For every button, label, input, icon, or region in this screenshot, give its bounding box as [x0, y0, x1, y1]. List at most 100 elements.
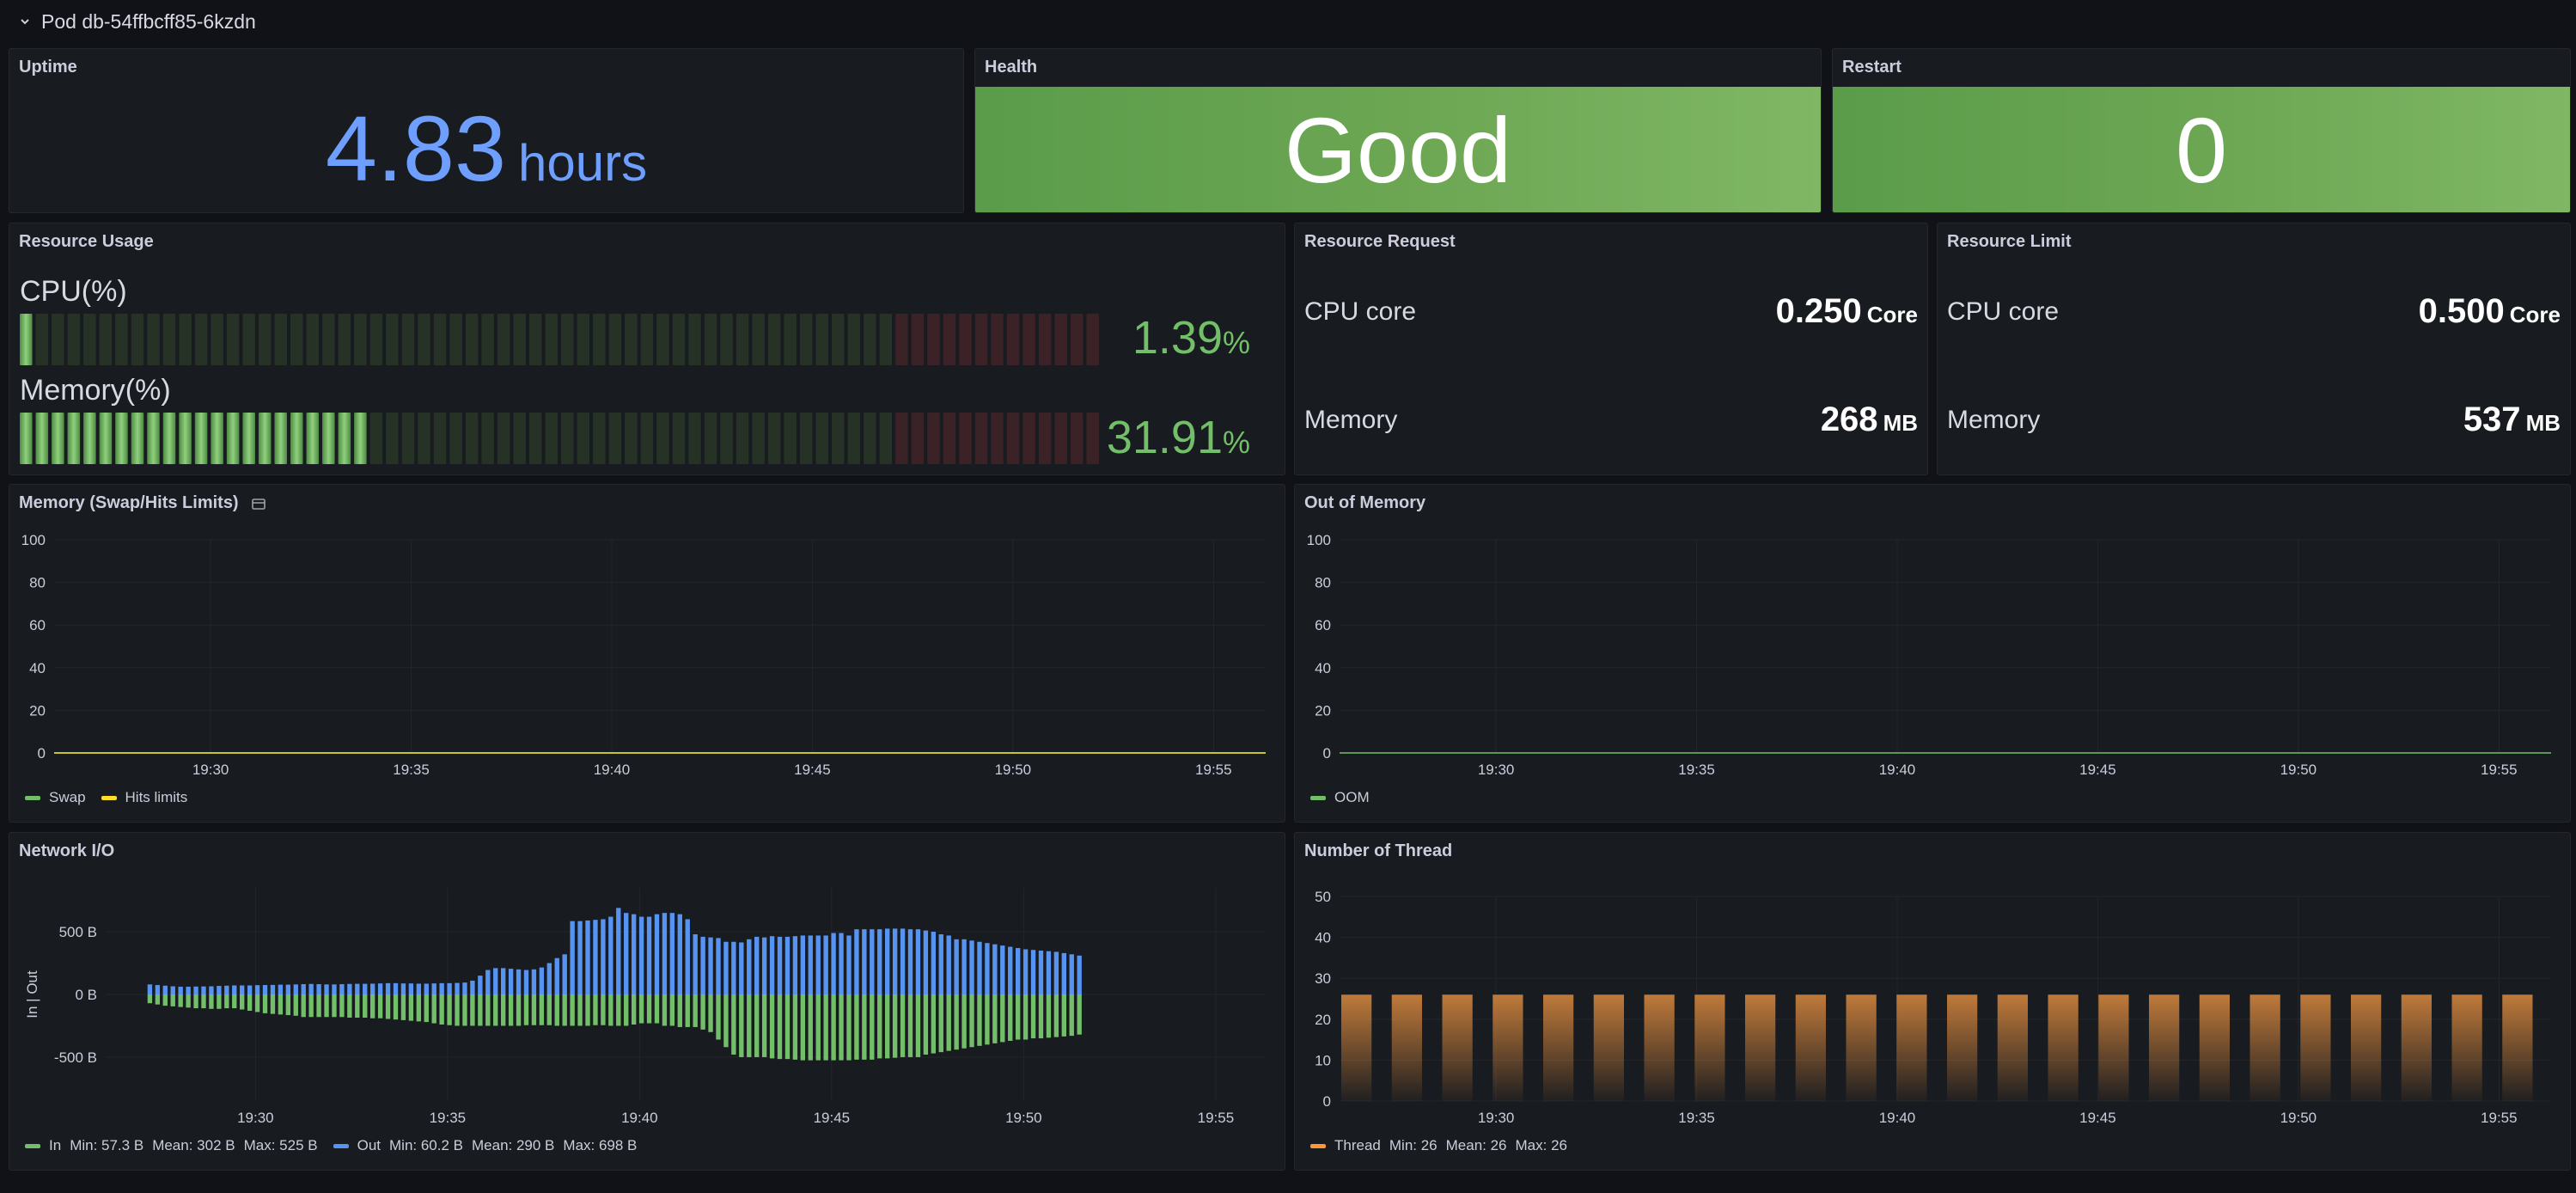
gauge-cell	[577, 314, 590, 365]
x-tick-label: 19:55	[1198, 1110, 1235, 1126]
out-bar	[232, 985, 237, 994]
panel-resource-usage[interactable]: Resource Usage CPU(%) 1.39% Memory(%) 31…	[9, 223, 1285, 475]
y-tick-label: 30	[1315, 970, 1331, 987]
y-tick-label: -500 B	[54, 1049, 97, 1066]
thread-bar	[1694, 994, 1725, 1101]
panel-title: Health	[985, 58, 1038, 76]
out-bar	[470, 980, 475, 994]
panel-resource-request[interactable]: Resource Request CPU core 0.250 Core Memo…	[1294, 223, 1928, 475]
row-title[interactable]: Pod db-54ffbcff85-6kzdn	[41, 10, 256, 34]
gauge-cell	[879, 413, 893, 464]
out-bar	[270, 984, 276, 994]
gauge-cell	[799, 314, 813, 365]
gauge-cell	[895, 314, 908, 365]
y-tick-label: 60	[29, 617, 46, 633]
x-tick-label: 19:45	[794, 762, 831, 778]
out-bar	[700, 936, 705, 994]
thread-bar	[2351, 994, 2382, 1101]
x-tick-label: 19:45	[2079, 1110, 2116, 1126]
panel-network-io[interactable]: Network I/O 500 B0 B -500 B 19:30 19:35 19:4…	[9, 832, 1285, 1171]
out-bar	[531, 969, 537, 994]
legend-item[interactable]: Swap	[25, 789, 86, 806]
legend-item[interactable]: Out Min: 60.2 B Mean: 290 B Max: 698 B	[333, 1137, 637, 1154]
legend-stat: Max: 26	[1515, 1137, 1567, 1153]
gauge-cell	[545, 314, 558, 365]
x-tick-label: 19:50	[2280, 762, 2317, 778]
cpu-value: 1.39	[1132, 312, 1223, 364]
thread-bar	[2149, 994, 2180, 1101]
out-bar	[624, 913, 629, 994]
out-bar	[985, 943, 990, 994]
gauge-cell	[369, 413, 383, 464]
out-bar	[447, 982, 452, 994]
y-tick-label: 20	[1315, 702, 1331, 719]
panel-restart[interactable]: Restart 0	[1832, 48, 2571, 213]
in-bar	[1069, 994, 1074, 1037]
panel-out-of-memory[interactable]: Out of Memory 0 20 40 60 80 100 19:30 19:35 19:4…	[1294, 484, 2571, 823]
in-bar	[946, 994, 951, 1051]
out-bar	[977, 941, 982, 994]
out-bar	[293, 984, 298, 994]
y-tick-label: 500 B	[59, 924, 97, 940]
in-bar	[508, 994, 514, 1026]
memory-value: 31.91	[1106, 412, 1223, 463]
gauge-cell	[20, 314, 33, 365]
in-bar	[708, 994, 713, 1032]
legend-item[interactable]: Hits limits	[101, 789, 187, 806]
legend-item[interactable]: Thread Min: 26 Mean: 26 Max: 26	[1310, 1137, 1567, 1154]
gauge-cell	[720, 413, 733, 464]
in-bar	[162, 994, 168, 1006]
gauge-cell	[1038, 413, 1052, 464]
panel-uptime[interactable]: Uptime 4.83 hours	[9, 48, 964, 213]
panel-resource-limit[interactable]: Resource Limit CPU core 0.500 Core Memory…	[1937, 223, 2571, 475]
in-bar	[985, 994, 990, 1045]
out-bar	[147, 984, 153, 994]
chevron-down-icon[interactable]	[19, 15, 31, 28]
panel-health[interactable]: Health Good	[974, 48, 1822, 213]
in-bar	[954, 994, 959, 1050]
row-header[interactable]: Pod db-54ffbcff85-6kzdn	[0, 0, 2576, 43]
restart-value: 0	[1833, 87, 2570, 212]
out-bar	[562, 954, 567, 994]
gauge-cell	[688, 314, 701, 365]
gauge-cell	[672, 413, 686, 464]
out-bar	[240, 985, 245, 994]
gauge-cell	[847, 413, 861, 464]
in-bar	[961, 994, 967, 1049]
panel-memory-swap[interactable]: Memory (Swap/Hits Limits) 0 20 40 60 80 100 19…	[9, 484, 1285, 823]
in-bar	[915, 994, 921, 1057]
in-bar	[285, 994, 291, 1016]
gauge-cell	[577, 413, 590, 464]
in-bar	[846, 994, 852, 1061]
request-memory-unit: MB	[1883, 410, 1918, 436]
in-bar	[493, 994, 498, 1026]
out-bar	[455, 982, 460, 994]
gauge-cell	[115, 413, 128, 464]
out-bar	[285, 984, 291, 994]
gauge-cell	[1086, 413, 1099, 464]
gauge-cell	[67, 413, 81, 464]
in-bar	[870, 994, 875, 1060]
in-bar	[907, 994, 913, 1057]
panel-number-of-thread[interactable]: Number of Thread 0 10 20 30 40 50 19:30 19:35 19…	[1294, 832, 2571, 1171]
in-bar	[761, 994, 767, 1057]
gauge-cell	[211, 314, 223, 365]
memory-gauge-value: 31.91%	[1107, 411, 1250, 464]
in-bar	[485, 994, 491, 1026]
legend-item[interactable]: OOM	[1310, 789, 1370, 806]
legend-item[interactable]: In Min: 57.3 B Mean: 302 B Max: 525 B	[25, 1137, 318, 1154]
gauge-cell	[497, 314, 510, 365]
legend-swatch	[25, 1143, 40, 1148]
legend: In Min: 57.3 B Mean: 302 B Max: 525 B Ou…	[25, 1137, 652, 1154]
legend-stat: Min: 60.2 B	[389, 1137, 463, 1153]
x-tick-label: 19:50	[2280, 1110, 2317, 1126]
thread-bar	[2048, 994, 2079, 1101]
x-tick-label: 19:30	[1478, 762, 1515, 778]
thread-bar	[1997, 994, 2028, 1101]
gauge-cell	[274, 314, 287, 365]
in-bar	[178, 994, 183, 1007]
panel-title: Uptime	[19, 58, 77, 76]
gauge-cell	[608, 413, 622, 464]
in-bar	[992, 994, 998, 1043]
limit-cpu-row: CPU core 0.500 Core	[1947, 292, 2561, 331]
